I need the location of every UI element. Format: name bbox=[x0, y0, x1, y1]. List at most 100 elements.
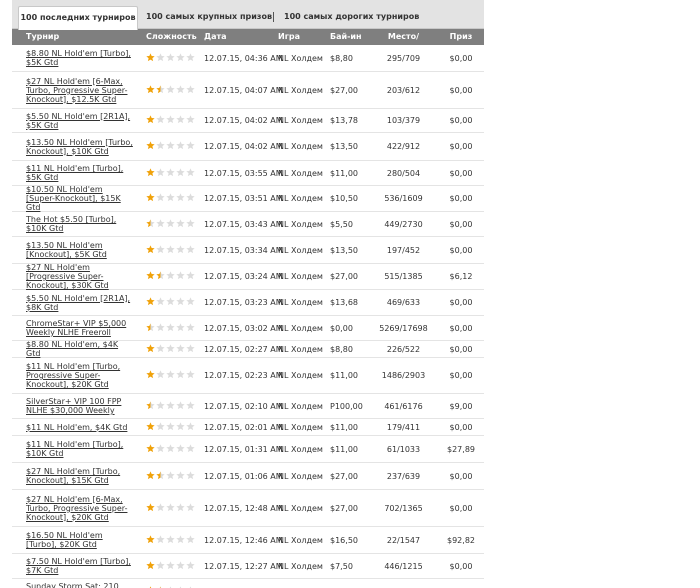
header-buyin[interactable]: Бай-ин bbox=[328, 29, 369, 45]
game-cell: NL Холдем bbox=[278, 471, 323, 481]
star-icon bbox=[186, 218, 196, 228]
star-icon bbox=[146, 218, 156, 228]
star-icon bbox=[186, 421, 196, 431]
header-date[interactable]: Дата bbox=[198, 29, 276, 45]
tab-largest-prizes[interactable]: 100 самых крупных призов bbox=[146, 6, 272, 28]
tournament-link[interactable]: $11 NL Hold'em [Turbo], $10K Gtd bbox=[26, 440, 123, 458]
tournament-history-panel: 100 последних турниров 100 самых крупных… bbox=[12, 0, 484, 588]
star-icon bbox=[176, 400, 186, 410]
star-icon bbox=[146, 271, 156, 280]
difficulty-rating bbox=[146, 560, 196, 570]
tournament-link[interactable]: The Hot $5.50 [Turbo], $10K Gtd bbox=[26, 215, 116, 233]
star-icon bbox=[166, 400, 176, 410]
prize-cell: $0,00 bbox=[449, 323, 473, 333]
star-icon bbox=[186, 115, 196, 124]
difficulty-rating bbox=[146, 52, 196, 62]
buyin-cell: $13,50 bbox=[330, 245, 358, 255]
tournament-link[interactable]: $10.50 NL Hold'em [Super-Knockout], $15K… bbox=[26, 185, 121, 212]
table-row: $27 NL Hold'em [6-Max, Turbo, Progressiv… bbox=[12, 490, 484, 527]
difficulty-rating bbox=[146, 244, 196, 254]
prize-cell: $6,12 bbox=[449, 272, 473, 281]
star-icon bbox=[156, 443, 166, 453]
tournament-link[interactable]: $7.50 NL Hold'em [Turbo], $7K Gtd bbox=[26, 557, 131, 575]
tournament-link[interactable]: $27 NL Hold'em [6-Max, Turbo, Progressiv… bbox=[26, 77, 127, 104]
difficulty-cell bbox=[136, 322, 198, 334]
tournament-link[interactable]: $11 NL Hold'em [Turbo], $5K Gtd bbox=[26, 164, 123, 182]
tournament-link[interactable]: $11 NL Hold'em [Turbo, Progressive Super… bbox=[26, 362, 120, 389]
tournament-link[interactable]: $13.50 NL Hold'em [Turbo, Knockout], $10… bbox=[26, 138, 133, 156]
tournament-name-cell: $11 NL Hold'em [Turbo, Progressive Super… bbox=[12, 362, 136, 389]
tournament-name-cell: $11 NL Hold'em, $4K Gtd bbox=[12, 423, 136, 432]
difficulty-rating bbox=[146, 297, 196, 306]
tournament-link[interactable]: $16.50 NL Hold'em [Turbo], $20K Gtd bbox=[26, 531, 103, 549]
date-cell: 12.07.15, 12:46 AM bbox=[204, 535, 283, 545]
table-row: $11 NL Hold'em [Turbo], $5K Gtd 12.07.15,… bbox=[12, 161, 484, 186]
tournament-link[interactable]: $27 NL Hold'em [Progressive Super-Knocko… bbox=[26, 263, 109, 290]
tab-last-100[interactable]: 100 последних турниров bbox=[18, 6, 138, 30]
star-icon bbox=[176, 443, 186, 453]
star-icon bbox=[186, 343, 196, 353]
tournament-link[interactable]: SilverStar+ VIP 100 FPP NLHE $30,000 Wee… bbox=[26, 397, 121, 415]
difficulty-rating bbox=[146, 322, 196, 332]
tournament-link[interactable]: $27 NL Hold'em [6-Max, Turbo, Progressiv… bbox=[26, 495, 127, 522]
star-icon bbox=[156, 193, 166, 202]
difficulty-rating bbox=[146, 167, 196, 177]
date-cell: 12.07.15, 12:48 AM bbox=[204, 503, 283, 513]
tournament-link[interactable]: $5.50 NL Hold'em [2R1A], $5K Gtd bbox=[26, 112, 130, 130]
star-icon bbox=[146, 141, 156, 150]
place-cell: 280/504 bbox=[386, 168, 421, 178]
star-icon bbox=[186, 167, 196, 177]
header-game[interactable]: Игра bbox=[276, 29, 328, 45]
game-cell: NL Холдем bbox=[278, 371, 323, 380]
tournament-link[interactable]: $8.80 NL Hold'em [Turbo], $5K Gtd bbox=[26, 49, 131, 67]
star-icon bbox=[166, 141, 176, 150]
star-icon bbox=[156, 370, 166, 379]
difficulty-cell bbox=[136, 84, 198, 96]
date-cell: 12.07.15, 02:23 AM bbox=[204, 371, 283, 380]
difficulty-cell bbox=[136, 141, 198, 152]
star-icon bbox=[166, 322, 176, 332]
place-cell: 22/1547 bbox=[386, 535, 421, 545]
place-cell: 295/709 bbox=[386, 53, 421, 63]
tournament-name-cell: $16.50 NL Hold'em [Turbo], $20K Gtd bbox=[12, 531, 136, 549]
prize-cell: $0,00 bbox=[449, 561, 473, 571]
star-icon bbox=[176, 218, 186, 228]
header-tournament[interactable]: Турнир bbox=[12, 29, 136, 45]
date-cell: 12.07.15, 03:34 AM bbox=[204, 245, 283, 255]
difficulty-cell bbox=[136, 218, 198, 230]
star-icon bbox=[156, 115, 166, 124]
header-place-players[interactable]: Место/Игроков bbox=[369, 29, 438, 57]
difficulty-cell bbox=[136, 370, 198, 381]
game-cell: NL Холдем bbox=[278, 503, 323, 513]
table-row: $11 NL Hold'em [Turbo, Progressive Super… bbox=[12, 358, 484, 394]
date-cell: 12.07.15, 04:36 AM bbox=[204, 53, 283, 63]
tournament-link[interactable]: $5.50 NL Hold'em [2R1A], $8K Gtd bbox=[26, 294, 130, 312]
star-icon bbox=[146, 193, 156, 202]
table-row: ChromeStar+ VIP $5,000 Weekly NLHE Freer… bbox=[12, 316, 484, 341]
star-icon bbox=[186, 370, 196, 379]
star-icon bbox=[186, 560, 196, 570]
star-icon bbox=[176, 297, 186, 306]
prize-cell: $0,00 bbox=[449, 344, 473, 354]
tournament-link[interactable]: $13.50 NL Hold'em [Knockout], $5K Gtd bbox=[26, 241, 107, 259]
header-difficulty[interactable]: Сложность bbox=[136, 29, 198, 45]
star-icon bbox=[166, 370, 176, 379]
star-icon bbox=[186, 141, 196, 150]
star-icon bbox=[146, 167, 156, 177]
star-icon bbox=[176, 271, 186, 280]
header-prize[interactable]: Приз bbox=[438, 29, 484, 45]
tab-most-expensive[interactable]: 100 самых дорогих турниров bbox=[284, 6, 419, 28]
buyin-cell: $27,00 bbox=[330, 85, 358, 95]
tournament-link[interactable]: $11 NL Hold'em, $4K Gtd bbox=[26, 423, 127, 432]
tournament-link[interactable]: $8.80 NL Hold'em, $4K Gtd bbox=[26, 340, 118, 358]
buyin-cell: $8,80 bbox=[330, 344, 353, 354]
star-icon bbox=[156, 244, 166, 254]
tournament-link[interactable]: ChromeStar+ VIP $5,000 Weekly NLHE Freer… bbox=[26, 319, 126, 337]
star-icon bbox=[156, 502, 166, 512]
buyin-cell: $11,00 bbox=[330, 168, 358, 178]
game-cell: NL Холдем bbox=[278, 142, 323, 151]
tournament-link[interactable]: Sunday Storm Sat: 210 FPP Turbo [6 Seats… bbox=[26, 582, 119, 588]
tournament-link[interactable]: $27 NL Hold'em [Turbo, Knockout], $15K G… bbox=[26, 467, 120, 485]
table-row: $16.50 NL Hold'em [Turbo], $20K Gtd 12.07… bbox=[12, 527, 484, 554]
prize-cell: $92,82 bbox=[447, 535, 475, 545]
